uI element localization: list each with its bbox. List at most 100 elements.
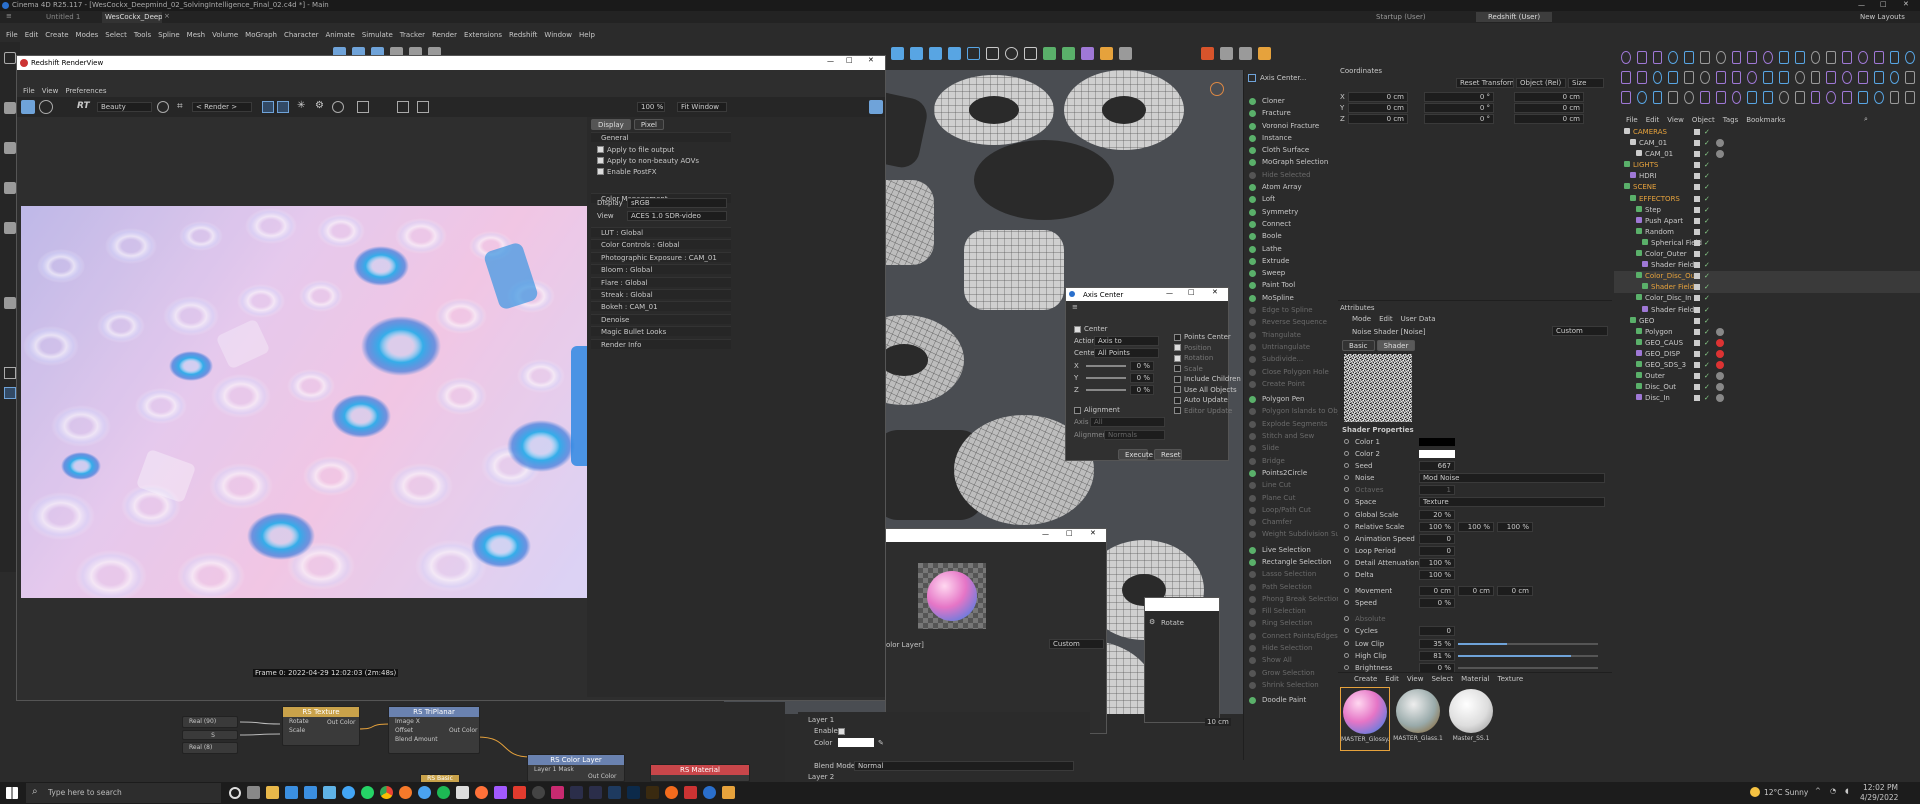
axis-center-menu-icon[interactable]: ≡: [1072, 303, 1078, 311]
check-use-all-objects[interactable]: Use All Objects: [1174, 385, 1241, 396]
palette-tool-icon[interactable]: [1684, 50, 1694, 64]
enable-check-icon[interactable]: ✓: [1704, 371, 1710, 382]
enable-check-icon[interactable]: ✓: [1704, 160, 1710, 171]
command-item[interactable]: Points2Circle: [1244, 467, 1336, 479]
check-postfx[interactable]: Enable PostFX: [597, 166, 699, 177]
enable-check-icon[interactable]: ✓: [1704, 305, 1710, 316]
keyframe-icon[interactable]: [1344, 640, 1349, 646]
chrome-icon[interactable]: [380, 786, 393, 799]
rv-sphere-icon[interactable]: [332, 101, 344, 113]
command-item[interactable]: Instance: [1244, 132, 1336, 144]
command-item[interactable]: Fracture: [1244, 107, 1336, 119]
visibility-toggle[interactable]: [1694, 295, 1700, 302]
mat-menu-select[interactable]: Select: [1431, 675, 1453, 683]
keyframe-icon[interactable]: [1344, 535, 1349, 541]
doc-tab-close-icon[interactable]: ×: [164, 12, 170, 20]
shader-prop-slider[interactable]: [1458, 642, 1598, 645]
keyframe-icon[interactable]: [1344, 664, 1349, 670]
node-layer-out-port[interactable]: Out Color: [588, 773, 616, 780]
axis-z-slider[interactable]: [1086, 389, 1126, 391]
command-item[interactable]: Fill Selection: [1244, 605, 1336, 617]
command-item[interactable]: Line Cut: [1244, 479, 1336, 491]
checkbox-auto-update[interactable]: [1174, 396, 1181, 404]
command-item[interactable]: Chamfer: [1244, 516, 1336, 528]
mat-menu-texture[interactable]: Texture: [1498, 675, 1524, 683]
spotify-icon[interactable]: [437, 786, 450, 799]
grid-icon[interactable]: [4, 367, 16, 379]
layer-custom-select[interactable]: Custom: [1049, 639, 1104, 649]
mp-close-button[interactable]: ✕: [1090, 529, 1096, 537]
rotate-tool-small-icon[interactable]: ⚙: [1149, 618, 1155, 626]
gallery-icon[interactable]: [722, 786, 735, 799]
menu-select[interactable]: Select: [105, 31, 127, 39]
tab-display[interactable]: Display: [591, 119, 631, 130]
palette-tool-icon[interactable]: [1826, 90, 1837, 104]
firefox-icon[interactable]: [475, 786, 488, 799]
checkbox-position[interactable]: [1174, 344, 1181, 352]
media-encoder-icon[interactable]: [570, 786, 583, 799]
command-item[interactable]: Loop/Path Cut: [1244, 504, 1336, 516]
palette-tool-icon[interactable]: [1778, 50, 1789, 64]
palette-tool-icon[interactable]: [1810, 70, 1821, 84]
enable-check-icon[interactable]: ✓: [1704, 227, 1710, 238]
coord-y-rot[interactable]: 0 °: [1424, 102, 1494, 113]
visibility-toggle[interactable]: [1694, 328, 1700, 335]
obj-menu-edit[interactable]: Edit: [1646, 116, 1660, 124]
visibility-toggle[interactable]: [1694, 195, 1700, 202]
palette-tool-icon[interactable]: [1731, 90, 1742, 104]
enable-check-icon[interactable]: ✓: [1704, 127, 1710, 138]
display-select[interactable]: sRGB: [627, 198, 727, 208]
menu-animate[interactable]: Animate: [326, 31, 355, 39]
action-select[interactable]: Axis to: [1094, 336, 1159, 346]
keyframe-icon[interactable]: [1344, 628, 1349, 634]
visibility-toggle[interactable]: [1694, 184, 1700, 191]
workplane-icon[interactable]: [1239, 47, 1252, 60]
visibility-toggle[interactable]: [1694, 151, 1700, 158]
shader-prop-value[interactable]: 100 %: [1419, 570, 1455, 581]
enable-check-icon[interactable]: ✓: [1704, 293, 1710, 304]
object-tag-icon[interactable]: [1716, 327, 1724, 336]
keyframe-icon[interactable]: [1344, 451, 1349, 457]
object-row[interactable]: HDRI ✓: [1614, 171, 1920, 182]
coord-mode-select[interactable]: Object (Rel): [1516, 78, 1566, 88]
menu-render[interactable]: Render: [432, 31, 457, 39]
rv-light-icon[interactable]: ✳: [297, 100, 305, 111]
palette-tool-icon[interactable]: [1842, 50, 1852, 64]
coord-z-rot[interactable]: 0 °: [1424, 113, 1494, 124]
shader-prop-value[interactable]: 0 %: [1419, 598, 1455, 609]
menu-character[interactable]: Character: [284, 31, 319, 39]
command-item[interactable]: Polygon Pen: [1244, 393, 1336, 405]
enable-check-icon[interactable]: ✓: [1704, 327, 1710, 338]
cylinder-icon[interactable]: [948, 47, 961, 60]
visibility-toggle[interactable]: [1694, 129, 1700, 135]
command-item[interactable]: Live Selection: [1244, 544, 1336, 556]
cloner-icon[interactable]: [1043, 47, 1056, 60]
palette-tool-icon[interactable]: [1731, 50, 1742, 64]
doc-tab-active[interactable]: WesCockx_Deepm...: [102, 12, 162, 23]
cortana-icon[interactable]: [229, 786, 241, 799]
palette-tool-icon[interactable]: [1763, 90, 1773, 104]
palette-tool-icon[interactable]: [1857, 90, 1868, 104]
rv-bucket-icon[interactable]: [277, 101, 289, 113]
checkbox-rotation[interactable]: [1174, 354, 1181, 362]
axis-center-close-button[interactable]: ✕: [1212, 288, 1218, 296]
camera-icon[interactable]: [1119, 47, 1132, 60]
shader-prop-value[interactable]: 81 %: [1419, 650, 1455, 661]
whatsapp-icon[interactable]: [361, 786, 374, 799]
enable-check-icon[interactable]: ✓: [1704, 316, 1710, 327]
postfx-section[interactable]: Bokeh : CAM_01: [591, 301, 731, 312]
palette-tool-icon[interactable]: [1857, 50, 1868, 64]
menu-create[interactable]: Create: [45, 31, 68, 39]
object-row[interactable]: Shader Field ✓: [1614, 282, 1920, 294]
object-tag-icon[interactable]: [1716, 150, 1724, 159]
node-tex-out-port[interactable]: Out Color: [327, 719, 355, 726]
visibility-toggle[interactable]: [1694, 306, 1700, 313]
shader-prop-value[interactable]: Mod Noise: [1419, 473, 1605, 484]
visibility-toggle[interactable]: [1694, 273, 1700, 280]
command-item[interactable]: Hide Selection: [1244, 642, 1336, 654]
attr-menu-userdata[interactable]: User Data: [1401, 315, 1436, 323]
rv-aov-select[interactable]: Beauty: [97, 102, 152, 112]
color-swatch[interactable]: [1419, 450, 1455, 459]
cone-icon[interactable]: [967, 47, 980, 60]
check-points-center[interactable]: Points Center: [1174, 332, 1241, 343]
